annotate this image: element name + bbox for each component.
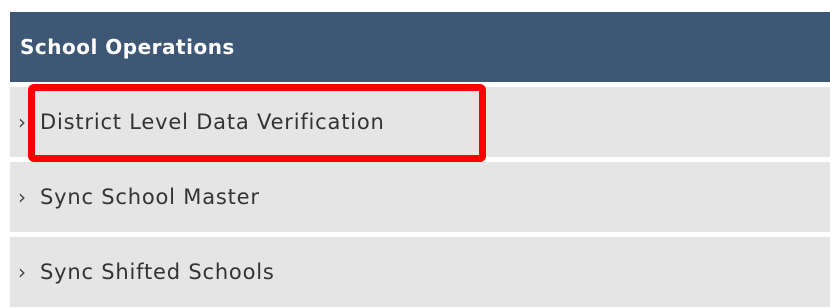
menu-item-sync-school-master[interactable]: › Sync School Master (10, 162, 830, 232)
school-operations-panel: School Operations › District Level Data … (10, 12, 830, 307)
menu-item-sync-shifted-schools[interactable]: › Sync Shifted Schools (10, 237, 830, 307)
chevron-right-icon: › (18, 260, 27, 284)
menu-item-district-level-data-verification[interactable]: › District Level Data Verification (10, 84, 830, 162)
chevron-right-icon: › (18, 110, 27, 134)
chevron-right-icon: › (18, 185, 27, 209)
menu-item-label: Sync Shifted Schools (40, 260, 275, 284)
menu-item-label: Sync School Master (40, 185, 260, 209)
panel-title: School Operations (20, 35, 235, 59)
panel-header: School Operations (10, 12, 830, 82)
menu-item-label: District Level Data Verification (40, 110, 385, 134)
